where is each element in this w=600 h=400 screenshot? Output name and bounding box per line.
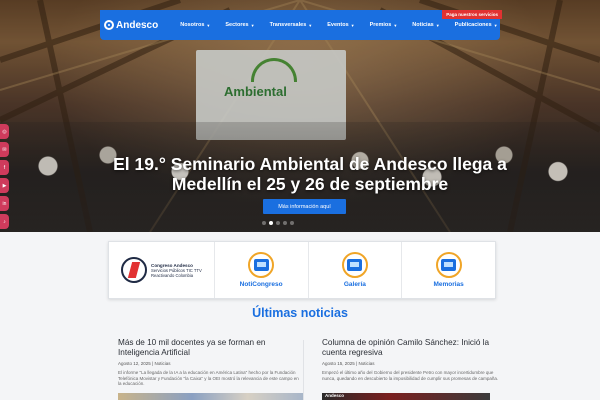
divider <box>303 340 304 400</box>
news-meta: Agosto 12, 2025 | Noticias <box>118 361 171 366</box>
chevron-down-icon: ▼ <box>493 22 498 28</box>
chevron-down-icon: ▼ <box>435 22 440 28</box>
quicklink-label: NotiCongreso <box>239 281 283 288</box>
hero-headline: El 19.° Seminario Ambiental de Andesco l… <box>113 154 507 194</box>
congress-andesco-link[interactable]: Congreso Andesco Servicios Públicos TIC … <box>109 242 215 298</box>
chevron-down-icon: ▼ <box>350 22 355 28</box>
gallery-icon <box>341 252 368 278</box>
linkedin-icon[interactable]: in <box>0 196 9 211</box>
pay-services-button[interactable]: Paga nuestros servicios <box>442 10 502 19</box>
quicklink-noticongreso[interactable]: NotiCongreso <box>215 242 309 298</box>
youtube-icon[interactable]: ▶ <box>0 178 9 193</box>
slider-dots <box>262 221 294 225</box>
news-excerpt: El informe "La llegada de la IA a la edu… <box>118 370 299 386</box>
tiktok-icon[interactable]: ♪ <box>0 214 9 229</box>
news-thumbnail[interactable]: Andesco <box>322 393 490 400</box>
thumbnail-brand: Andesco <box>325 393 345 398</box>
quick-links-panel: Congreso Andesco Servicios Públicos TIC … <box>108 241 496 299</box>
main-navbar: Andesco Nosotros ▼ Sectores ▼ Transversale… <box>100 10 502 40</box>
noticongreso-icon <box>248 252 275 278</box>
chevron-down-icon: ▼ <box>393 22 398 28</box>
facebook-icon[interactable]: f <box>0 160 9 175</box>
news-meta: Agosto 15, 2025 | Noticias <box>322 361 375 366</box>
slider-dot[interactable] <box>276 221 280 225</box>
slider-dot[interactable] <box>262 221 266 225</box>
andesco-logo-icon <box>104 20 114 30</box>
chevron-down-icon: ▼ <box>308 22 313 28</box>
quicklink-galeria[interactable]: Galería <box>309 242 403 298</box>
instagram-icon[interactable]: ◎ <box>0 124 9 139</box>
slider-dot-active[interactable] <box>269 221 273 225</box>
news-title-link[interactable]: Columna de opinión Camilo Sánchez: Inici… <box>322 338 507 357</box>
news-excerpt: Empezó el último año del Gobierno del pr… <box>322 370 499 381</box>
news-section-heading: Últimas noticias <box>252 306 348 320</box>
news-card: Más de 10 mil docentes ya se forman en I… <box>118 338 303 387</box>
nav-item-eventos[interactable]: Eventos ▼ <box>327 22 354 28</box>
nav-item-sectores[interactable]: Sectores ▼ <box>225 22 254 28</box>
nav-item-noticias[interactable]: Noticias ▼ <box>412 22 439 28</box>
mail-icon[interactable]: ✉ <box>0 142 9 157</box>
memories-icon <box>435 252 462 278</box>
nav-item-premios[interactable]: Premios ▼ <box>370 22 398 28</box>
congress-logo-icon <box>121 257 147 283</box>
nav-item-transversales[interactable]: Transversales ▼ <box>270 22 313 28</box>
slider-dot[interactable] <box>290 221 294 225</box>
chevron-down-icon: ▼ <box>250 22 255 28</box>
quicklink-memorias[interactable]: Memorias <box>402 242 495 298</box>
nav-item-nosotros[interactable]: Nosotros ▼ <box>180 22 210 28</box>
andesco-logo[interactable]: Andesco <box>104 20 158 31</box>
quicklink-label: Galería <box>343 281 366 288</box>
chevron-down-icon: ▼ <box>206 22 211 28</box>
news-card: Columna de opinión Camilo Sánchez: Inici… <box>322 338 507 381</box>
more-info-button[interactable]: Más información aquí <box>263 199 346 214</box>
slider-dot[interactable] <box>283 221 287 225</box>
social-links-bar: ◎ ✉ f ▶ in ♪ <box>0 124 9 229</box>
news-title-link[interactable]: Más de 10 mil docentes ya se forman en I… <box>118 338 303 357</box>
nav-item-publicaciones[interactable]: Publicaciones ▼ <box>455 22 498 28</box>
logo-text: Andesco <box>116 19 159 31</box>
quicklink-label: Memorias <box>433 281 464 288</box>
congress-tagline: Reactivando Colombia <box>151 272 194 278</box>
news-thumbnail[interactable] <box>118 393 303 400</box>
